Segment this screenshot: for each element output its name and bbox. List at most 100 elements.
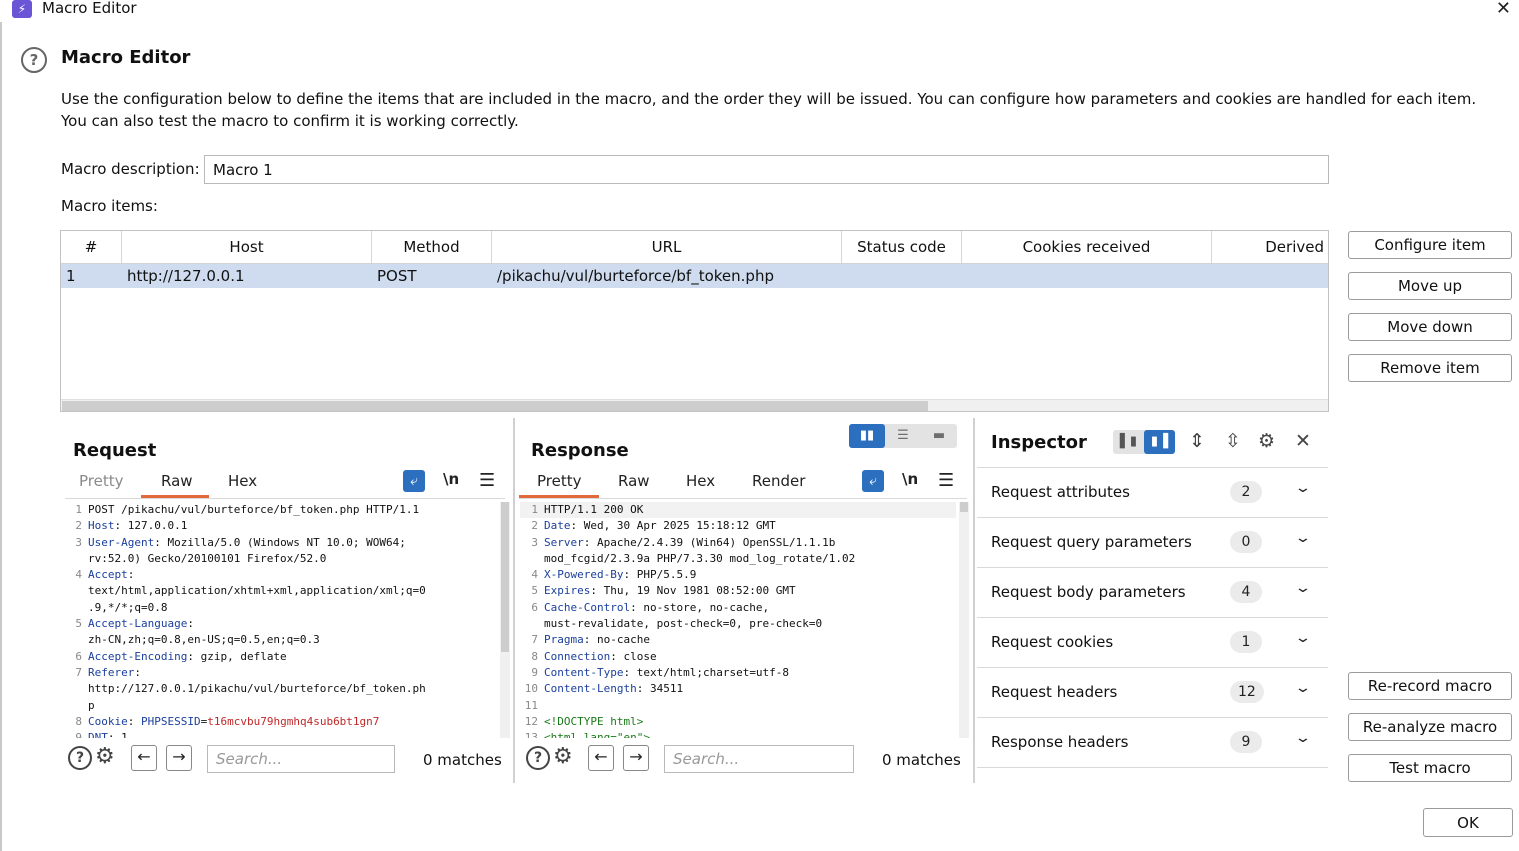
inspector-panel: Inspector ▌▮ ▮▐ ⇕ ⇳ ⚙ ✕ Request attribut… xyxy=(977,418,1328,783)
cell-method: POST xyxy=(377,267,417,285)
dock-right-icon[interactable]: ▮▐ xyxy=(1144,430,1175,454)
panel-divider[interactable] xyxy=(513,418,515,783)
request-title: Request xyxy=(73,440,157,461)
previous-match-button[interactable]: ← xyxy=(131,745,157,771)
col-derived[interactable]: Derived xyxy=(1212,231,1328,263)
close-icon[interactable]: ✕ xyxy=(1295,430,1311,452)
row-label: Request query parameters xyxy=(991,533,1192,551)
cell-derived xyxy=(1212,264,1328,288)
inspector-row-request-body-parameters[interactable]: Request body parameters 4 ⌄ xyxy=(977,568,1328,618)
count-badge: 9 xyxy=(1230,731,1262,753)
count-badge: 1 xyxy=(1230,631,1262,653)
inspector-row-request-attributes[interactable]: Request attributes 2 ⌄ xyxy=(977,468,1328,518)
window-border xyxy=(0,22,2,851)
panel-divider[interactable] xyxy=(973,418,975,783)
chevron-down-icon[interactable]: ⌄ xyxy=(1294,580,1312,596)
col-num[interactable]: # xyxy=(61,231,122,263)
wrap-lines-icon[interactable]: ⤶ xyxy=(862,470,884,492)
col-method[interactable]: Method xyxy=(372,231,492,263)
inspector-row-request-headers[interactable]: Request headers 12 ⌄ xyxy=(977,668,1328,718)
newline-toggle-icon[interactable]: \n xyxy=(443,470,459,488)
help-icon[interactable]: ? xyxy=(526,746,550,770)
wrap-lines-icon[interactable]: ⤶ xyxy=(403,470,425,492)
chevron-down-icon[interactable]: ⌄ xyxy=(1294,530,1312,546)
dock-left-icon[interactable]: ▌▮ xyxy=(1113,430,1144,454)
col-cookies-received[interactable]: Cookies received xyxy=(962,231,1212,263)
split-vertical-icon[interactable]: ☰ xyxy=(885,424,921,448)
expand-all-icon[interactable]: ⇕ xyxy=(1189,430,1205,452)
gear-icon[interactable]: ⚙ xyxy=(95,744,115,769)
reanalyze-macro-button[interactable]: Re-analyze macro xyxy=(1348,713,1512,741)
cell-host: http://127.0.0.1 xyxy=(127,267,245,285)
split-horizontal-icon[interactable]: ▮▮ xyxy=(849,424,885,448)
tabs-layout-icon[interactable]: ▬ xyxy=(921,424,957,448)
macro-description-label: Macro description: xyxy=(61,160,200,178)
request-editor[interactable]: 1 POST /pikachu/vul/burteforce/bf_token.p… xyxy=(64,502,498,738)
configure-item-button[interactable]: Configure item xyxy=(1348,231,1512,259)
chevron-down-icon[interactable]: ⌄ xyxy=(1294,630,1312,646)
close-icon[interactable]: ✕ xyxy=(1496,0,1511,19)
inspector-row-request-cookies[interactable]: Request cookies 1 ⌄ xyxy=(977,618,1328,668)
scrollbar-thumb[interactable] xyxy=(960,502,968,512)
move-up-button[interactable]: Move up xyxy=(1348,272,1512,300)
count-badge: 12 xyxy=(1230,681,1264,703)
menu-icon[interactable]: ☰ xyxy=(479,470,495,491)
response-search-input[interactable] xyxy=(664,745,854,773)
test-macro-button[interactable]: Test macro xyxy=(1348,754,1512,782)
row-label: Request body parameters xyxy=(991,583,1186,601)
next-match-button[interactable]: → xyxy=(623,745,649,771)
menu-icon[interactable]: ☰ xyxy=(938,470,954,491)
macro-description-input[interactable] xyxy=(204,155,1329,184)
macro-items-table: # Host Method URL Status code Cookies re… xyxy=(60,230,1329,412)
request-search-bar: ? ⚙ ← → 0 matches xyxy=(60,740,513,780)
table-row[interactable]: 1 http://127.0.0.1 POST /pikachu/vul/bur… xyxy=(61,264,1328,288)
request-match-count: 0 matches xyxy=(423,751,502,769)
tab-request-hex[interactable]: Hex xyxy=(228,472,257,498)
row-label: Request cookies xyxy=(991,633,1114,651)
newline-toggle-icon[interactable]: \n xyxy=(902,470,918,488)
tab-request-pretty[interactable]: Pretty xyxy=(79,472,124,498)
table-horizontal-scrollbar[interactable] xyxy=(61,399,1328,411)
tabs-divider xyxy=(519,498,967,499)
response-title: Response xyxy=(531,440,629,461)
window-titlebar: ⚡ Macro Editor ✕ xyxy=(0,0,1519,22)
cell-num: 1 xyxy=(66,267,76,285)
gear-icon[interactable]: ⚙ xyxy=(553,744,573,769)
move-down-button[interactable]: Move down xyxy=(1348,313,1512,341)
response-scrollbar[interactable] xyxy=(959,502,969,738)
chevron-down-icon[interactable]: ⌄ xyxy=(1294,480,1312,496)
scrollbar-thumb[interactable] xyxy=(62,401,928,411)
help-icon[interactable]: ? xyxy=(21,47,47,73)
col-url[interactable]: URL xyxy=(492,231,842,263)
request-panel: Request Pretty Raw Hex ⤶ \n ☰ 1 POST /pik… xyxy=(60,418,513,783)
rerecord-macro-button[interactable]: Re-record macro xyxy=(1348,672,1512,700)
lightning-icon: ⚡ xyxy=(12,0,32,18)
response-match-count: 0 matches xyxy=(882,751,961,769)
previous-match-button[interactable]: ← xyxy=(588,745,614,771)
count-badge: 0 xyxy=(1230,531,1262,553)
next-match-button[interactable]: → xyxy=(166,745,192,771)
response-editor[interactable]: 1 HTTP/1.1 200 OK 2 Date: Wed, 30 Apr 2025… xyxy=(520,502,956,738)
chevron-down-icon[interactable]: ⌄ xyxy=(1294,680,1312,696)
table-header: # Host Method URL Status code Cookies re… xyxy=(61,231,1328,264)
help-icon[interactable]: ? xyxy=(68,746,92,770)
scrollbar-thumb[interactable] xyxy=(501,502,509,652)
request-search-input[interactable] xyxy=(207,745,395,773)
inspector-layout-toggle: ▌▮ ▮▐ xyxy=(1113,430,1175,454)
tab-response-render[interactable]: Render xyxy=(752,472,805,498)
request-scrollbar[interactable] xyxy=(500,502,510,738)
gear-icon[interactable]: ⚙ xyxy=(1258,430,1275,452)
ok-button[interactable]: OK xyxy=(1423,808,1513,837)
col-status-code[interactable]: Status code xyxy=(842,231,962,263)
tab-response-hex[interactable]: Hex xyxy=(686,472,715,498)
chevron-down-icon[interactable]: ⌄ xyxy=(1294,730,1312,746)
tab-response-raw[interactable]: Raw xyxy=(618,472,650,498)
remove-item-button[interactable]: Remove item xyxy=(1348,354,1512,382)
inspector-row-request-query-parameters[interactable]: Request query parameters 0 ⌄ xyxy=(977,518,1328,568)
col-host[interactable]: Host xyxy=(122,231,372,263)
row-label: Response headers xyxy=(991,733,1129,751)
cell-status xyxy=(842,264,962,288)
row-label: Request attributes xyxy=(991,483,1130,501)
inspector-row-response-headers[interactable]: Response headers 9 ⌄ xyxy=(977,718,1328,768)
collapse-all-icon[interactable]: ⇳ xyxy=(1225,430,1241,452)
